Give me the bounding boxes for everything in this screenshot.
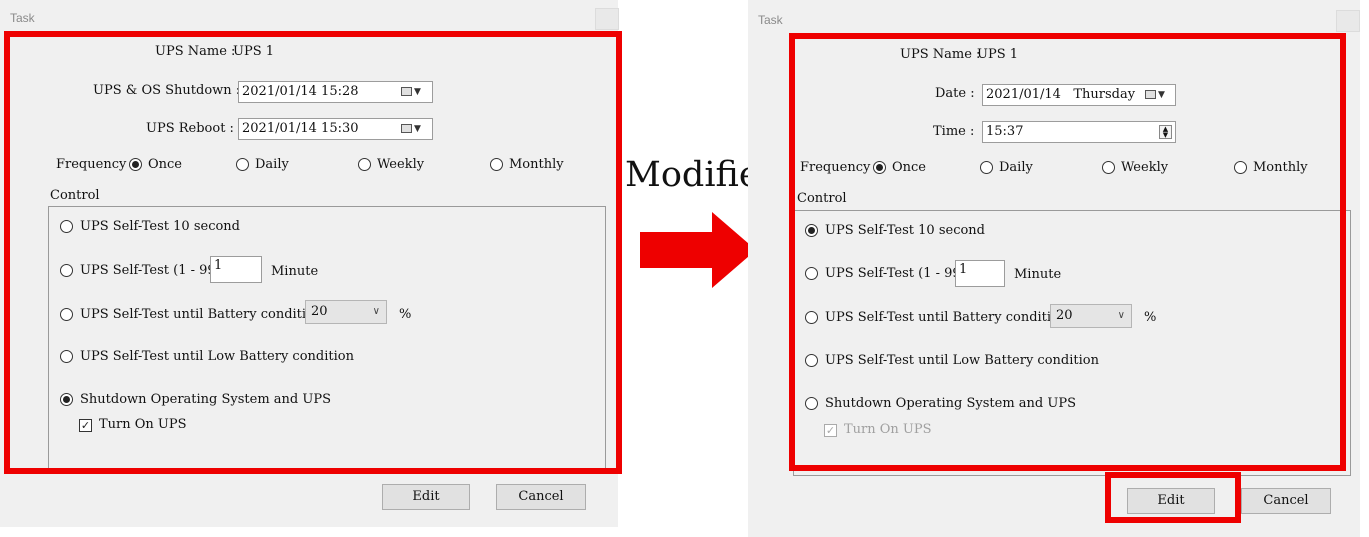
task-dialog-before: Task UPS Name : UPS 1 UPS & OS Shutdown … (0, 0, 622, 527)
highlight-box-edit (1105, 472, 1241, 523)
task-dialog-after: Task UPS Name : UPS 1 Date : 2021/01/14 … (748, 0, 1360, 537)
dialog-title: Task (10, 11, 35, 25)
close-button[interactable] (1336, 10, 1360, 32)
dialog-title: Task (758, 13, 783, 27)
highlight-box-after (789, 33, 1346, 471)
cancel-button[interactable]: Cancel (496, 484, 586, 510)
highlight-box-before (4, 31, 622, 474)
cancel-button[interactable]: Cancel (1241, 488, 1331, 514)
edit-button[interactable]: Edit (382, 484, 470, 510)
close-button[interactable] (595, 8, 619, 30)
right-arrow-icon (640, 212, 756, 288)
